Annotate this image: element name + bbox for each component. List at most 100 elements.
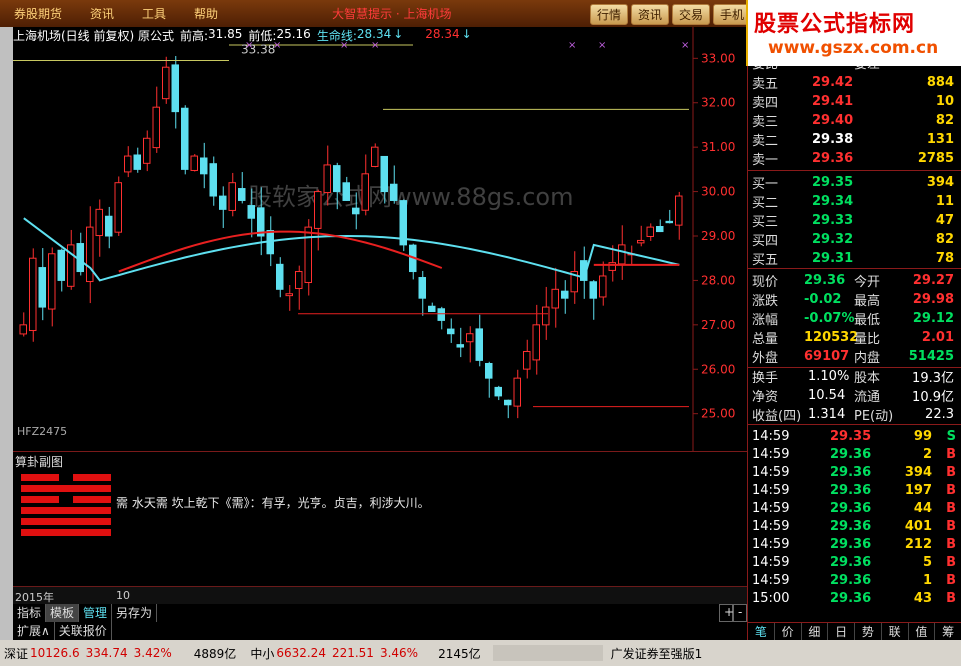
candle-body	[561, 290, 569, 299]
menu-item-futures[interactable]: 券股期货	[14, 5, 62, 22]
tick-row[interactable]: 14:59 29.36 2 B	[748, 445, 961, 463]
ask-row[interactable]: 卖三 29.40 82	[748, 111, 961, 130]
tick-row[interactable]: 15:00 29.36 43 B	[748, 589, 961, 607]
candle-body	[29, 257, 37, 332]
ask-row[interactable]: 卖五 29.42 884	[748, 73, 961, 92]
panel-tab[interactable]: 势	[855, 623, 882, 640]
kline-chart[interactable]: 33.00 32.00 31.00 30.00 29.00 28.00 27.00 26.00…	[13, 27, 747, 451]
candle-body	[532, 324, 540, 361]
stat-row[interactable]: 总量 120532 量比 2.01	[748, 328, 961, 347]
tick-time: 14:59	[752, 482, 790, 498]
sub-chart[interactable]: 算卦副图 需 水天需 坎上乾下《需》：有孚，光亨。贞吉，利涉大川。	[13, 451, 747, 586]
panel-tab[interactable]: 联	[882, 623, 909, 640]
stat2-value: 1.10%	[808, 368, 850, 384]
panel-tab[interactable]: 价	[775, 623, 802, 640]
sz-label: 深证	[4, 646, 29, 661]
ask-volume: 2785	[917, 150, 954, 166]
stat-label-2: 最低	[854, 312, 881, 328]
menu-item-tools[interactable]: 工具	[142, 5, 166, 22]
tick-side: B	[946, 518, 956, 534]
ask-row[interactable]: 卖四 29.41 10	[748, 92, 961, 111]
candle-body	[447, 328, 455, 335]
hexagram-icon	[21, 474, 111, 540]
tick-row[interactable]: 14:59 29.36 212 B	[748, 535, 961, 553]
stat-value-2: 29.27	[912, 272, 954, 288]
tick-row[interactable]: 14:59 29.36 394 B	[748, 463, 961, 481]
menu-item-help[interactable]: 帮助	[194, 5, 218, 22]
trade-button[interactable]: 交易	[671, 4, 710, 25]
candle-body	[437, 308, 445, 321]
candle-body	[665, 220, 673, 224]
bid-volume: 78	[935, 250, 954, 266]
tick-time: 14:59	[752, 446, 790, 462]
stat-row[interactable]: 涨跌 -0.02 最高 29.98	[748, 290, 961, 309]
bid-row[interactable]: 买四 29.32 82	[748, 230, 961, 249]
tab-template[interactable]: 模板	[46, 604, 80, 622]
bid-volume: 82	[935, 231, 954, 247]
panel-tab[interactable]: 笔	[748, 623, 775, 640]
panel-tab[interactable]: 日	[828, 623, 855, 640]
tab-extend[interactable]: 扩展∧	[13, 622, 55, 640]
panel-tab[interactable]: 值	[909, 623, 936, 640]
tab-save-as[interactable]: 另存为	[112, 604, 158, 622]
zx-amount: 2145亿	[438, 646, 481, 661]
candle-body	[285, 293, 293, 297]
stat2-row[interactable]: 净资 10.54 流通 10.9亿	[748, 386, 961, 405]
price-tick-label: 29.00	[701, 229, 735, 243]
tick-side: B	[946, 572, 956, 588]
menu-item-news[interactable]: 资讯	[90, 5, 114, 22]
quote-panel: 委比 -72.82% 委差 -3280 卖五29.42884卖四29.4110卖…	[747, 27, 961, 640]
status-bar: 深证 10126.6 334.74 3.42% 4889亿 中小 6632.24…	[0, 640, 961, 666]
tick-side: S	[946, 428, 956, 444]
bid-row[interactable]: 买五 29.31 78	[748, 249, 961, 268]
tick-time: 14:59	[752, 464, 790, 480]
bid-row[interactable]: 买一 29.35 394	[748, 173, 961, 192]
stat-row[interactable]: 涨幅 -0.07% 最低 29.12	[748, 309, 961, 328]
bid-row[interactable]: 买二 29.34 11	[748, 192, 961, 211]
tab-indicator[interactable]: 指标	[13, 604, 47, 622]
stat-value-2: 29.98	[912, 291, 954, 307]
stat-row[interactable]: 外盘 69107 内盘 51425	[748, 347, 961, 366]
bid-price: 29.33	[812, 212, 854, 228]
ask-label: 卖五	[752, 76, 779, 92]
candle-body	[637, 239, 645, 244]
stock-name: 上海机场(日线 前复权) 原公式	[13, 29, 174, 43]
tick-row[interactable]: 14:59 29.36 1 B	[748, 571, 961, 589]
stat2-label: 净资	[752, 389, 779, 405]
tick-row[interactable]: 14:59 29.36 197 B	[748, 481, 961, 499]
quote-button[interactable]: 行情	[589, 4, 628, 25]
ask-row[interactable]: 卖二 29.38 131	[748, 130, 961, 149]
stat-row[interactable]: 现价 29.36 今开 29.27	[748, 271, 961, 290]
bid-price: 29.32	[812, 231, 854, 247]
candle-body	[228, 182, 236, 211]
bid-row[interactable]: 买三 29.33 47	[748, 211, 961, 230]
tick-row[interactable]: 14:59 29.35 99 S	[748, 427, 961, 445]
tick-row[interactable]: 14:59 29.36 5 B	[748, 553, 961, 571]
tick-price: 29.36	[830, 554, 872, 570]
stat-value: 69107	[804, 348, 850, 364]
zoom-out-icon[interactable]: -	[733, 604, 747, 622]
panel-tab[interactable]: 细	[802, 623, 829, 640]
candle-body	[361, 173, 369, 211]
stat-value: -0.02	[804, 291, 842, 307]
stat2-row[interactable]: 收益(四) 1.314 PE(动) 22.3	[748, 405, 961, 424]
tab-related-quote[interactable]: 关联报价	[55, 622, 112, 640]
ask-row[interactable]: 卖一 29.36 2785	[748, 149, 961, 168]
zoom-in-icon[interactable]: +	[719, 604, 734, 622]
stat2-row[interactable]: 换手 1.10% 股本 19.3亿	[748, 367, 961, 386]
broker-name[interactable]: 广发证券至强版1	[611, 645, 703, 662]
tick-row[interactable]: 14:59 29.36 44 B	[748, 499, 961, 517]
tab-manage[interactable]: 管理	[79, 604, 113, 622]
tick-row[interactable]: 14:59 29.36 401 B	[748, 517, 961, 535]
tick-price: 29.36	[830, 500, 872, 516]
tick-price: 29.36	[830, 446, 872, 462]
time-axis: 2015年 10	[13, 586, 747, 604]
prev-high-label: 前高:	[180, 29, 209, 43]
stat2-label-2: PE(动)	[854, 408, 894, 424]
candle-body	[124, 155, 132, 173]
top-buttons: 行情 资讯 交易 手机	[589, 4, 751, 25]
panel-tab[interactable]: 筹	[935, 623, 961, 640]
info-button[interactable]: 资讯	[630, 4, 669, 25]
stat2-label: 收益(四)	[752, 408, 802, 424]
candle-body	[238, 188, 246, 201]
